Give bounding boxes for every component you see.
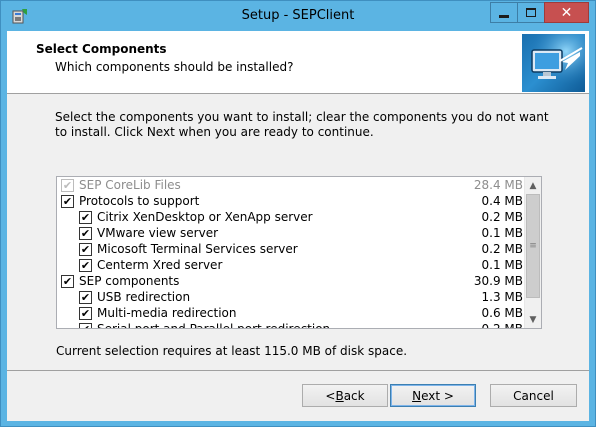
component-size: 28.4 MB <box>473 178 523 192</box>
component-label: Serial port and Parallel port redirectio… <box>97 322 331 329</box>
close-button[interactable]: ✕ <box>544 2 589 23</box>
vertical-scrollbar[interactable]: ▲ ≡ ▼ <box>524 177 541 328</box>
wizard-header: Select Components Which components shoul… <box>7 31 589 94</box>
cancel-button[interactable]: Cancel <box>490 384 577 407</box>
component-label: VMware view server <box>97 226 219 240</box>
component-row[interactable]: ✔ SEP components 30.9 MB <box>57 273 525 289</box>
component-row[interactable]: ✔ Centerm Xred server 0.1 MB <box>57 257 525 273</box>
footer-divider <box>7 370 589 371</box>
component-checkbox[interactable]: ✔ <box>79 242 92 256</box>
back-button[interactable]: < Back <box>302 384 388 407</box>
component-checkbox[interactable]: ✔ <box>79 322 92 328</box>
component-checkbox[interactable]: ✔ <box>79 290 92 304</box>
maximize-button[interactable] <box>517 2 545 23</box>
next-label-post: ext > <box>421 388 454 403</box>
component-row[interactable]: ✔ Protocols to support 0.4 MB <box>57 193 525 209</box>
back-label-accel: B <box>335 388 344 403</box>
component-size: 0.1 MB <box>481 226 523 240</box>
component-checkbox[interactable]: ✔ <box>79 258 92 272</box>
component-row[interactable]: ✔ VMware view server 0.1 MB <box>57 225 525 241</box>
component-label: Protocols to support <box>79 194 200 208</box>
setup-window: Setup - SEPClient ✕ Select Components Wh… <box>0 0 596 427</box>
back-label-pre: < <box>325 388 336 403</box>
disk-space-text: Current selection requires at least 115.… <box>56 344 408 358</box>
maximize-icon <box>526 8 536 17</box>
component-size: 30.9 MB <box>473 274 523 288</box>
page-subtitle: Which components should be installed? <box>55 60 294 74</box>
component-row: ✔ SEP CoreLib Files 28.4 MB <box>57 177 525 193</box>
component-checkbox[interactable]: ✔ <box>79 306 92 320</box>
component-label: USB redirection <box>97 290 191 304</box>
component-size: 1.3 MB <box>481 290 523 304</box>
component-label: Multi-media redirection <box>97 306 237 320</box>
computer-monitor-arrow-icon <box>522 34 585 92</box>
title-bar[interactable]: Setup - SEPClient ✕ <box>1 1 595 31</box>
page-title: Select Components <box>36 42 167 56</box>
grip-icon: ≡ <box>529 240 537 251</box>
component-checkbox[interactable]: ✔ <box>61 274 74 288</box>
component-checkbox[interactable]: ✔ <box>61 194 74 208</box>
component-checkbox: ✔ <box>61 178 74 192</box>
component-size: 0.2 MB <box>481 210 523 224</box>
back-label-post: ack <box>343 388 365 403</box>
component-row[interactable]: ✔ Citrix XenDesktop or XenApp server 0.2 M… <box>57 209 525 225</box>
component-size: 0.6 MB <box>481 306 523 320</box>
scrollbar-thumb[interactable]: ≡ <box>526 194 540 298</box>
instructions-text: Select the components you want to instal… <box>55 110 549 139</box>
component-row[interactable]: ✔ USB redirection 1.3 MB <box>57 289 525 305</box>
scroll-down-icon[interactable]: ▼ <box>525 311 541 328</box>
close-icon: ✕ <box>560 4 573 21</box>
component-label: Micosoft Terminal Services server <box>97 242 298 256</box>
minimize-icon <box>499 15 509 18</box>
component-label: SEP CoreLib Files <box>79 178 181 192</box>
component-row[interactable]: ✔ Serial port and Parallel port redirecti… <box>57 321 525 329</box>
minimize-button[interactable] <box>490 2 518 23</box>
component-checkbox[interactable]: ✔ <box>79 210 92 224</box>
component-label: SEP components <box>79 274 180 288</box>
component-size: 0.2 MB <box>481 322 523 329</box>
component-size: 0.2 MB <box>481 242 523 256</box>
component-checkbox[interactable]: ✔ <box>79 226 92 240</box>
component-label: Citrix XenDesktop or XenApp server <box>97 210 313 224</box>
component-size: 0.1 MB <box>481 258 523 272</box>
components-list[interactable]: ✔ SEP CoreLib Files 28.4 MB ✔ Protocols to s… <box>56 176 542 329</box>
dialog-client-area: Select Components Which components shoul… <box>7 31 589 421</box>
scroll-up-icon[interactable]: ▲ <box>525 177 541 194</box>
component-size: 0.4 MB <box>481 194 523 208</box>
component-row[interactable]: ✔ Multi-media redirection 0.6 MB <box>57 305 525 321</box>
component-row[interactable]: ✔ Micosoft Terminal Services server 0.2 MB <box>57 241 525 257</box>
next-label-accel: N <box>412 388 422 403</box>
next-button[interactable]: Next > <box>390 384 476 407</box>
component-label: Centerm Xred server <box>97 258 223 272</box>
